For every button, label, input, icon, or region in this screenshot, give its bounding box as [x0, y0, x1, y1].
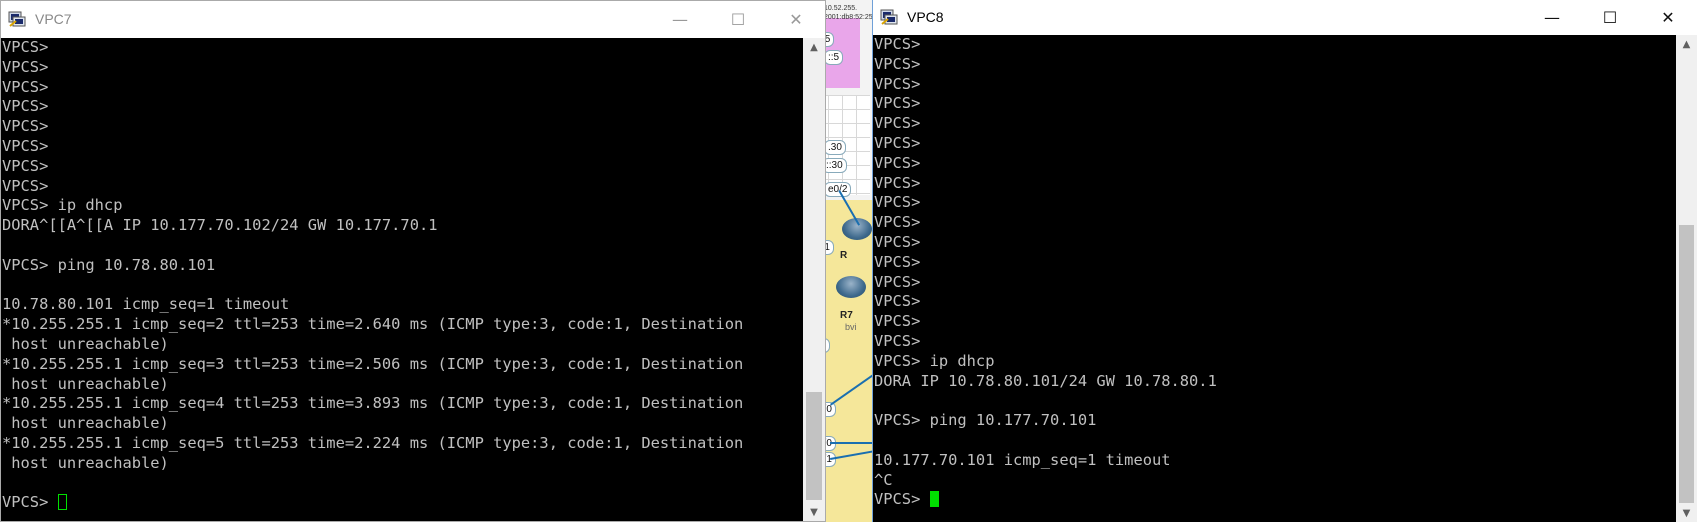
terminal-prompt: VPCS> — [2, 493, 58, 512]
terminal-line: VPCS> — [2, 97, 49, 116]
terminal-line: VPCS> — [2, 117, 49, 136]
scroll-down-icon[interactable]: ▼ — [803, 503, 825, 521]
terminal-line: VPCS> ip dhcp — [2, 196, 123, 215]
terminal-line: VPCS> — [2, 136, 49, 155]
cursor-icon — [929, 491, 939, 508]
scroll-up-icon[interactable]: ▲ — [803, 38, 825, 56]
terminal-line: VPCS> ping 10.177.70.101 — [874, 411, 1097, 430]
terminal-line: 10.177.70.101 icmp_seq=1 timeout — [874, 450, 1171, 469]
minimize-button[interactable]: — — [1523, 0, 1581, 34]
router-label: R7 — [840, 310, 853, 321]
interface-tag: ::5 — [824, 50, 844, 65]
scroll-up-icon[interactable]: ▲ — [1676, 35, 1697, 53]
terminal-line: 10.78.80.101 icmp_seq=1 timeout — [2, 295, 290, 314]
terminal-line: VPCS> — [874, 74, 921, 93]
terminal-line: DORA^[[A^[[A IP 10.177.70.102/24 GW 10.1… — [2, 216, 438, 235]
terminal-line: VPCS> — [874, 331, 921, 350]
terminal-line: VPCS> — [874, 114, 921, 133]
terminal-line: VPCS> — [874, 312, 921, 331]
maximize-button[interactable]: ☐ — [1581, 0, 1639, 34]
terminal-line: ^C — [874, 470, 893, 489]
terminal-line: VPCS> — [874, 193, 921, 212]
topology-header-text: 10.52.255. 2001:db8:52:25 — [824, 4, 873, 22]
minimize-button[interactable]: — — [651, 1, 709, 37]
router-label: R — [840, 250, 848, 261]
topology-header-line: 10.52.255. — [824, 5, 858, 12]
close-button[interactable]: ✕ — [767, 1, 825, 37]
terminal-line: VPCS> — [874, 94, 921, 113]
terminal-line: VPCS> — [2, 156, 49, 175]
terminal-line: VPCS> — [2, 57, 49, 76]
terminal-prompt-line[interactable]: VPCS> — [1, 493, 803, 513]
putty-icon — [879, 7, 899, 27]
terminal-line: *10.255.255.1 icmp_seq=5 ttl=253 time=2.… — [2, 433, 744, 452]
terminal-line: host unreachable) — [2, 414, 169, 433]
terminal-line: VPCS> — [2, 77, 49, 96]
terminal-line: VPCS> — [874, 213, 921, 232]
vpc7-window[interactable]: VPC7 — ☐ ✕ VPCS> VPCS> VPCS> VPCS> VPCS> VPCS… — [0, 0, 826, 522]
terminal-line: VPCS> — [874, 292, 921, 311]
vertical-scrollbar[interactable]: ▲ ▼ — [1676, 35, 1697, 522]
terminal-line: VPCS> — [874, 153, 921, 172]
terminal-line: DORA IP 10.78.80.101/24 GW 10.78.80.1 — [874, 371, 1217, 390]
terminal-line: VPCS> ip dhcp — [874, 351, 995, 370]
scroll-down-icon[interactable]: ▼ — [1676, 504, 1697, 522]
cursor-icon — [57, 494, 67, 511]
putty-icon — [7, 9, 27, 29]
terminal-line: host unreachable) — [2, 453, 169, 472]
window-title: VPC7 — [35, 11, 72, 27]
window-controls: — ☐ ✕ — [651, 1, 825, 37]
terminal-line: VPCS> — [874, 272, 921, 291]
close-button[interactable]: ✕ — [1639, 0, 1697, 34]
terminal-line: VPCS> — [874, 35, 921, 53]
terminal-line: *10.255.255.1 icmp_seq=2 ttl=253 time=2.… — [2, 315, 744, 334]
router-icon[interactable] — [836, 276, 866, 298]
terminal-output[interactable]: VPCS> VPCS> VPCS> VPCS> VPCS> VPCS> VPCS> VPCS>… — [873, 35, 1677, 522]
terminal-line: VPCS> — [874, 54, 921, 73]
terminal-line: *10.255.255.1 icmp_seq=3 ttl=253 time=2.… — [2, 354, 744, 373]
terminal-line: VPCS> ping 10.78.80.101 — [2, 255, 216, 274]
terminal-line: *10.255.255.1 icmp_seq=4 ttl=253 time=3.… — [2, 394, 744, 413]
topology-note: bvi — [845, 322, 857, 332]
interface-tag: e0/2 — [824, 182, 852, 197]
terminal-prompt-line[interactable]: VPCS> — [873, 490, 1677, 510]
scrollbar-thumb[interactable] — [1679, 225, 1694, 503]
terminal-line: VPCS> — [2, 38, 49, 56]
terminal-output[interactable]: VPCS> VPCS> VPCS> VPCS> VPCS> VPCS> VPCS> VPCS>… — [1, 38, 803, 521]
maximize-button[interactable]: ☐ — [709, 1, 767, 37]
terminal-line: VPCS> — [874, 133, 921, 152]
desktop: 10.52.255. 2001:db8:52:25 .5 ::5 .30 ::3… — [0, 0, 1697, 522]
vpc8-window[interactable]: VPC8 — ☐ ✕ VPCS> VPCS> VPCS> VPCS> VPCS> VPCS… — [872, 0, 1697, 522]
topology-header-line: 2001:db8:52:25 — [824, 14, 873, 21]
vpc8-titlebar[interactable]: VPC8 — ☐ ✕ — [873, 0, 1697, 34]
terminal-line: VPCS> — [2, 176, 49, 195]
window-controls: — ☐ ✕ — [1523, 0, 1697, 34]
vertical-scrollbar[interactable]: ▲ ▼ — [803, 38, 825, 521]
terminal-prompt: VPCS> — [874, 490, 930, 509]
terminal-line: VPCS> — [874, 173, 921, 192]
terminal-line: VPCS> — [874, 232, 921, 251]
scrollbar-thumb[interactable] — [806, 392, 822, 500]
terminal-line: host unreachable) — [2, 334, 169, 353]
terminal-line: host unreachable) — [2, 374, 169, 393]
window-title: VPC8 — [907, 9, 944, 25]
vpc7-titlebar[interactable]: VPC7 — ☐ ✕ — [1, 1, 825, 37]
terminal-line: VPCS> — [874, 252, 921, 271]
interface-tag: .30 — [824, 140, 846, 155]
